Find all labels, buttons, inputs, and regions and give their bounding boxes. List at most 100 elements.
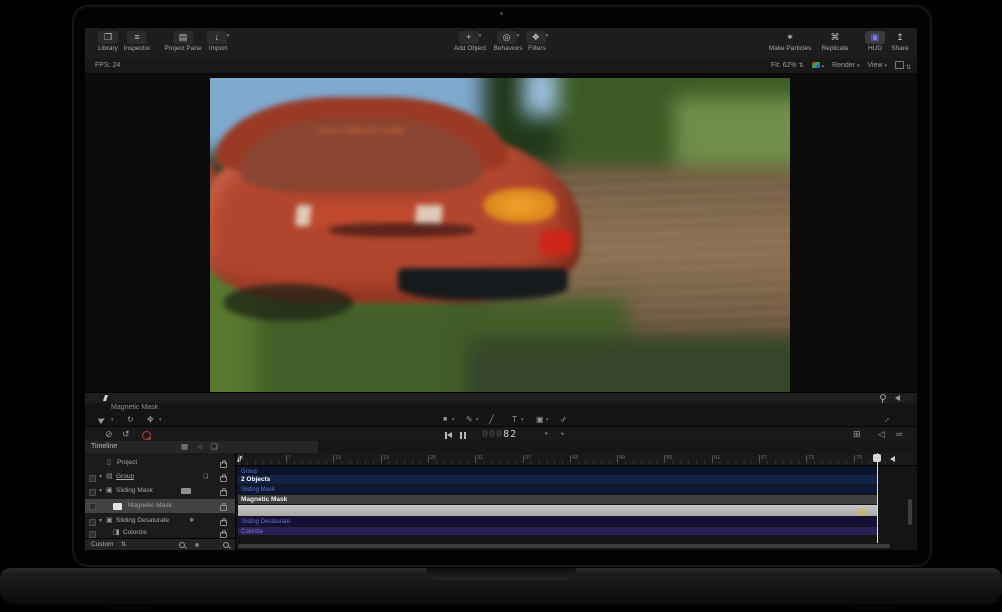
- chevron-down-icon[interactable]: ▾: [452, 414, 455, 426]
- keyframe-marker[interactable]: [858, 508, 866, 516]
- activation-checkbox[interactable]: [89, 489, 96, 496]
- timecode-display-icon[interactable]: ◔: [559, 427, 564, 442]
- chevron-down-icon[interactable]: ▾: [476, 414, 479, 426]
- make-particles-button[interactable]: ✶ Make Particles: [762, 31, 818, 53]
- keyframe-icon[interactable]: [880, 394, 886, 400]
- add-object-button[interactable]: +▾ Add Object: [447, 31, 493, 53]
- zoom-in-icon[interactable]: [223, 542, 229, 548]
- project-duration-icon[interactable]: ⊞: [853, 427, 861, 442]
- render-menu[interactable]: Render ▾: [832, 62, 859, 69]
- stepper-icon[interactable]: ⇅: [121, 539, 126, 550]
- car-bumper-shadow: [398, 268, 569, 301]
- disclosure-triangle-icon[interactable]: ▼: [98, 515, 103, 527]
- chevron-down-icon[interactable]: ▾: [159, 414, 162, 426]
- zoom-preset-dropdown[interactable]: Custom: [91, 539, 113, 550]
- audio-mute-icon[interactable]: ⊘: [105, 427, 113, 442]
- lock-icon[interactable]: [220, 520, 227, 526]
- record-button[interactable]: [142, 431, 151, 440]
- lock-icon[interactable]: [220, 505, 227, 511]
- vertical-scrollbar[interactable]: [908, 499, 912, 525]
- project-pane-button[interactable]: ▤ Project Pane: [159, 31, 207, 53]
- inspector-icon: ≡: [127, 31, 147, 44]
- expand-viewer-icon[interactable]: ↕: [881, 414, 892, 425]
- show-audio-tracks-icon[interactable]: ❏: [211, 441, 218, 453]
- zoom-slider-handle[interactable]: [195, 543, 199, 547]
- transform-tool-icon[interactable]: ↻: [127, 414, 134, 426]
- project-pane-icon: ▤: [173, 31, 193, 44]
- line-tool-icon[interactable]: ╱: [489, 414, 494, 426]
- behavior-badge-icon: ❖: [189, 515, 194, 527]
- pause-button[interactable]: [460, 432, 466, 439]
- chevron-down-icon[interactable]: ▾: [546, 414, 549, 426]
- track-bar-magnetic-mask[interactable]: Magnetic Mask: [238, 495, 878, 504]
- layer-row-project[interactable]: ▯ Project: [85, 457, 235, 469]
- zoom-out-icon[interactable]: [179, 542, 185, 548]
- disclosure-triangle-icon[interactable]: ▼: [98, 471, 103, 483]
- mask-tool-icon[interactable]: ▣: [536, 414, 544, 426]
- timecode-field[interactable]: 00082: [482, 429, 517, 440]
- isolate-icon[interactable]: ❏: [203, 471, 208, 483]
- activation-checkbox[interactable]: [89, 531, 96, 538]
- track-bar-group[interactable]: Group: [238, 467, 878, 474]
- fit-zoom-control[interactable]: Fit: 62% ⇅: [771, 62, 804, 69]
- layer-row-sliding-mask[interactable]: ▼ ▣ Sliding Mask: [85, 485, 235, 497]
- mini-timeline[interactable]: [85, 392, 917, 403]
- filters-button[interactable]: ❖▾ Filters: [521, 31, 553, 53]
- track-bar-2-objects[interactable]: 2 Objects: [238, 475, 878, 484]
- bezier-tool-icon[interactable]: ✎: [466, 414, 473, 426]
- timeline-ruler[interactable]: 1 7 13 19 25 31 37 43 49 55 61 67 73 79: [236, 453, 917, 466]
- activation-checkbox[interactable]: [89, 475, 96, 482]
- text-tool-icon[interactable]: T: [512, 414, 517, 426]
- mask-thumbnail: [113, 503, 122, 510]
- selected-object-label: Magnetic Mask: [111, 404, 158, 411]
- lock-icon[interactable]: [220, 476, 227, 482]
- show-keyframes-icon[interactable]: ○: [198, 441, 203, 453]
- pan-tool-icon[interactable]: ✥: [147, 414, 154, 426]
- layer-row-group[interactable]: ▼ ▤ Group ❏: [85, 471, 235, 483]
- loop-icon[interactable]: ∞: [896, 427, 902, 442]
- chevron-down-icon: ▾: [479, 33, 482, 39]
- cycle-playback-icon[interactable]: ↺: [122, 427, 130, 442]
- track-bar-sliding-desaturate[interactable]: Sliding Desaturate: [238, 517, 878, 526]
- shape-tool-icon[interactable]: ■: [443, 414, 447, 426]
- chevron-down-icon: ▾: [822, 64, 825, 70]
- track-bar-colorize[interactable]: Colorize: [238, 527, 878, 535]
- channels-control[interactable]: ▾: [812, 62, 824, 70]
- hud-button[interactable]: ▣ HUD: [863, 31, 887, 53]
- layer-row-magnetic-mask[interactable]: Magnetic Mask: [85, 499, 235, 513]
- layer-row-sliding-desaturate[interactable]: ▼ ▣ Sliding Desaturate ❖: [85, 515, 235, 527]
- share-button[interactable]: ↥ Share: [887, 31, 913, 53]
- select-tool-icon[interactable]: ▶: [96, 413, 107, 426]
- cut-tool-icon[interactable]: ✂: [558, 413, 571, 426]
- chevron-down-icon[interactable]: ▾: [111, 414, 114, 426]
- chevron-down-icon[interactable]: ▾: [521, 414, 524, 426]
- group-icon: ▤: [106, 471, 113, 483]
- project-icon: ▯: [107, 457, 111, 469]
- video-viewer[interactable]: RALLYREADY.COM: [210, 78, 790, 394]
- track-bar-mask-content[interactable]: [238, 505, 878, 516]
- view-menu[interactable]: View ▾: [868, 62, 888, 69]
- lock-icon[interactable]: [220, 462, 227, 468]
- out-marker-icon[interactable]: [895, 395, 900, 401]
- inspector-button[interactable]: ≡ Inspector: [118, 31, 156, 53]
- playhead-marker-icon[interactable]: [103, 395, 108, 401]
- chevron-down-icon: ▾: [546, 33, 549, 39]
- car-headlight: [483, 188, 556, 223]
- share-icon: ↥: [890, 31, 910, 44]
- import-button[interactable]: ↓▾ Import: [201, 31, 235, 53]
- disclosure-triangle-icon[interactable]: ▼: [98, 485, 103, 497]
- display-option-control[interactable]: ⇅: [895, 61, 911, 71]
- lock-icon[interactable]: [220, 490, 227, 496]
- replicate-button[interactable]: ⌘ Replicate: [814, 31, 856, 53]
- show-video-tracks-icon[interactable]: ▦: [181, 441, 188, 453]
- track-bar-sliding-mask[interactable]: Sliding Mask: [238, 485, 878, 494]
- playhead-handle[interactable]: [873, 454, 881, 462]
- activation-checkbox[interactable]: [89, 519, 96, 526]
- go-to-start-button[interactable]: [445, 432, 453, 439]
- playhead[interactable]: [877, 453, 878, 543]
- horizontal-scrollbar[interactable]: [238, 544, 890, 548]
- chevron-down-icon[interactable]: ▾: [545, 427, 548, 442]
- activation-checkbox[interactable]: [89, 503, 96, 510]
- out-point-marker-icon[interactable]: [890, 456, 895, 462]
- audio-icon[interactable]: ◁: [878, 427, 885, 442]
